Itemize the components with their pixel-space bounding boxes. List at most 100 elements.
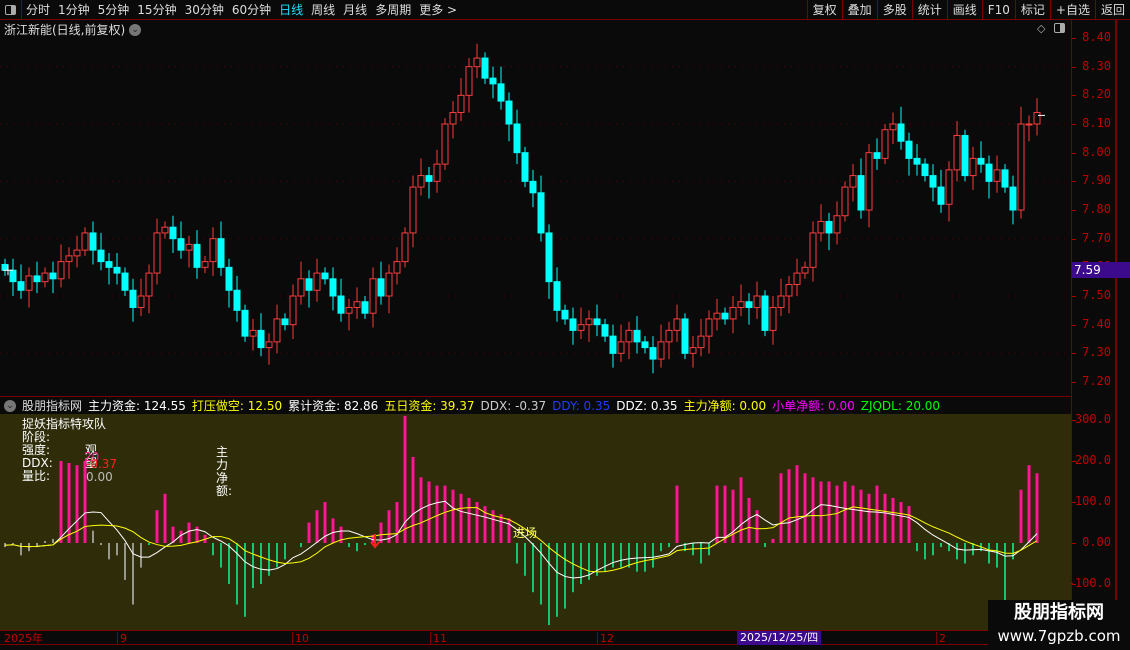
period-tab[interactable]: 分时: [22, 1, 54, 18]
indicator-chart[interactable]: [0, 414, 1071, 630]
candle: [321, 267, 329, 285]
candle-body: [353, 301, 361, 308]
candle-body: [865, 152, 873, 211]
candle: [689, 336, 697, 368]
price-tick: 7.70: [1082, 230, 1111, 245]
candle: [929, 164, 937, 202]
period-tab[interactable]: 日线: [275, 1, 307, 18]
candle-body: [657, 341, 665, 360]
candle-body: [1025, 123, 1033, 126]
indicator-value: 主力净额: 0.00: [683, 399, 767, 413]
candle-body: [441, 123, 449, 165]
candle-body: [273, 318, 281, 343]
candle-body: [929, 175, 937, 188]
price-axis: 8.408.308.208.108.007.907.807.707.607.50…: [1068, 20, 1130, 630]
entry-signal-label: 进场: [513, 526, 538, 540]
indicator-value: ZJQDL: 20.00: [860, 398, 941, 413]
candle-body: [817, 220, 825, 234]
candle: [409, 175, 417, 248]
indicator-tick: 100.0: [1074, 494, 1111, 508]
candle-body: [697, 335, 705, 349]
period-toolbar: 分时 1分钟 5分钟 15分钟 30分钟 60分钟 日线 周线 月线 多周期 更多 > 复权 叠加 多股…: [0, 0, 1130, 20]
panel-toggle-icon[interactable]: [0, 0, 22, 20]
date-axis: 2025/12/25/四 2025年 9 10 11 12 2: [0, 630, 1071, 645]
toolbar-button[interactable]: F10: [981, 0, 1015, 20]
tick-mark: [1072, 420, 1076, 421]
candle: [585, 310, 593, 342]
toolbar-button[interactable]: 叠加: [841, 0, 877, 20]
candle-body: [937, 186, 945, 205]
toolbar-button[interactable]: 复权: [806, 0, 842, 20]
candle-body: [913, 157, 921, 165]
candle-body: [953, 134, 961, 171]
candle: [385, 264, 393, 314]
net-amount-label: 主力净额:: [216, 445, 233, 498]
candle: [881, 124, 889, 165]
candle: [873, 138, 881, 170]
period-tab[interactable]: 60分钟: [228, 1, 275, 18]
candle-body: [169, 226, 177, 240]
period-tab[interactable]: 多周期: [371, 1, 415, 18]
chevron-down-icon[interactable]: ⌄: [4, 399, 16, 412]
candle-body: [217, 238, 225, 268]
toolbar-button[interactable]: 画线: [946, 0, 982, 20]
period-tab[interactable]: 周线: [307, 1, 339, 18]
candle: [505, 92, 513, 142]
tick-mark: [1072, 324, 1076, 326]
candle: [849, 164, 857, 202]
candle: [481, 52, 489, 84]
indicator-value: 股朋指标网: [22, 399, 83, 413]
candle-body: [849, 175, 857, 188]
candle-body: [897, 123, 905, 142]
candle-body: [617, 341, 625, 354]
period-tab[interactable]: 月线: [339, 1, 371, 18]
candle-body: [481, 57, 489, 79]
candle-body: [769, 306, 777, 331]
candle: [113, 253, 121, 285]
candle-body: [129, 289, 137, 308]
candle: [921, 158, 929, 182]
toolbar-button[interactable]: 多股: [876, 0, 912, 20]
period-tab[interactable]: 30分钟: [181, 1, 228, 18]
candle-body: [577, 324, 585, 331]
candle-body: [809, 232, 817, 268]
candle: [1025, 115, 1033, 142]
candle-body: [753, 295, 761, 308]
tick-mark: [1072, 210, 1076, 211]
candle: [665, 321, 673, 360]
candle: [817, 204, 825, 242]
toolbar-button[interactable]: 返回: [1094, 0, 1130, 20]
toolbar-button[interactable]: 统计: [911, 0, 947, 20]
candle: [377, 261, 385, 305]
candle: [617, 324, 625, 362]
candle: [833, 201, 841, 245]
candle: [785, 275, 793, 314]
candle-body: [105, 261, 113, 268]
candle: [233, 275, 241, 322]
candle-body: [969, 157, 977, 177]
watermark-logo: 股朋指标网 www.7gpzb.com: [988, 600, 1130, 650]
candle: [249, 318, 257, 351]
candle: [793, 258, 801, 296]
period-tab[interactable]: 1分钟: [54, 1, 94, 18]
candle-body: [257, 329, 265, 349]
candle: [953, 121, 961, 182]
candle-body: [9, 269, 17, 283]
candlestick-chart[interactable]: [0, 20, 1071, 396]
candle-body: [177, 238, 185, 251]
candle: [193, 230, 201, 279]
toolbar-button[interactable]: 标记: [1014, 0, 1050, 20]
period-tab[interactable]: 更多 >: [415, 1, 461, 18]
candle-body: [721, 312, 729, 320]
candle: [425, 167, 433, 199]
candle: [73, 235, 81, 268]
candle: [897, 106, 905, 150]
period-tab[interactable]: 5分钟: [94, 1, 134, 18]
period-tab[interactable]: 15分钟: [133, 1, 180, 18]
candle-body: [537, 192, 545, 234]
indicator-value: DDZ: 0.35: [616, 398, 678, 413]
toolbar-button[interactable]: +自选: [1049, 0, 1095, 20]
candle-body: [785, 284, 793, 297]
candle-body: [89, 232, 97, 251]
candle-body: [305, 278, 313, 291]
